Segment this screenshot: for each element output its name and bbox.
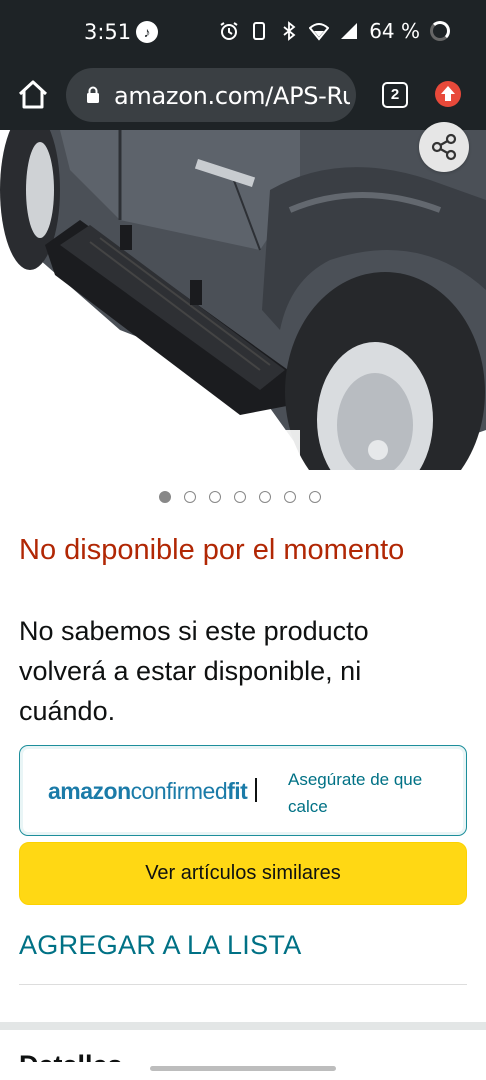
vibrate-icon bbox=[253, 22, 266, 40]
confirmed-fit-box[interactable]: amazonconfirmedfit Asegúrate de que calc… bbox=[19, 745, 467, 836]
browser-toolbar: amazon.com/APS-Ru 2 bbox=[0, 64, 486, 130]
url-text: amazon.com/APS-Ru bbox=[114, 82, 350, 110]
address-bar[interactable]: amazon.com/APS-Ru bbox=[66, 68, 356, 122]
battery-percent: 64 % bbox=[369, 19, 420, 43]
section-divider bbox=[0, 1022, 486, 1030]
signal-icon bbox=[341, 23, 358, 39]
carousel-dot[interactable] bbox=[259, 491, 271, 503]
status-icons: 64 % bbox=[219, 19, 450, 43]
tabs-icon[interactable]: 2 bbox=[382, 82, 408, 108]
status-bar: 3:51 ♪ 64 % bbox=[0, 0, 486, 64]
alarm-icon bbox=[220, 22, 238, 40]
availability-description: No sabemos si este producto volverá a es… bbox=[19, 616, 369, 726]
next-section-heading: Detalles bbox=[19, 1050, 123, 1062]
battery-icon bbox=[430, 21, 450, 41]
carousel-dot[interactable] bbox=[234, 491, 246, 503]
product-image[interactable] bbox=[0, 130, 486, 470]
bluetooth-icon bbox=[283, 21, 296, 41]
home-icon[interactable] bbox=[16, 78, 50, 112]
lock-icon bbox=[87, 86, 99, 103]
tiktok-icon: ♪ bbox=[136, 21, 158, 43]
wifi-icon bbox=[309, 23, 330, 41]
status-time: 3:51 bbox=[84, 20, 132, 44]
add-to-list-link[interactable]: AGREGAR A LA LISTA bbox=[19, 930, 302, 961]
availability-status: No disponible por el momento bbox=[19, 534, 405, 566]
see-similar-items-button[interactable]: Ver artículos similares bbox=[19, 842, 467, 905]
divider bbox=[19, 984, 467, 985]
carousel-dot[interactable] bbox=[309, 491, 321, 503]
amazon-confirmed-fit-logo: amazonconfirmedfit bbox=[48, 778, 248, 804]
carousel-dot[interactable] bbox=[209, 491, 221, 503]
check-fit-link[interactable]: Asegúrate de que calce bbox=[288, 766, 448, 820]
share-icon[interactable] bbox=[419, 122, 469, 172]
carousel-dot[interactable] bbox=[159, 491, 171, 503]
update-icon[interactable] bbox=[435, 81, 461, 107]
truck-running-board-image bbox=[0, 130, 486, 470]
image-carousel-dots bbox=[159, 491, 321, 503]
gesture-nav-handle[interactable] bbox=[150, 1066, 336, 1071]
fit-separator bbox=[255, 778, 257, 802]
carousel-dot[interactable] bbox=[284, 491, 296, 503]
carousel-dot[interactable] bbox=[184, 491, 196, 503]
